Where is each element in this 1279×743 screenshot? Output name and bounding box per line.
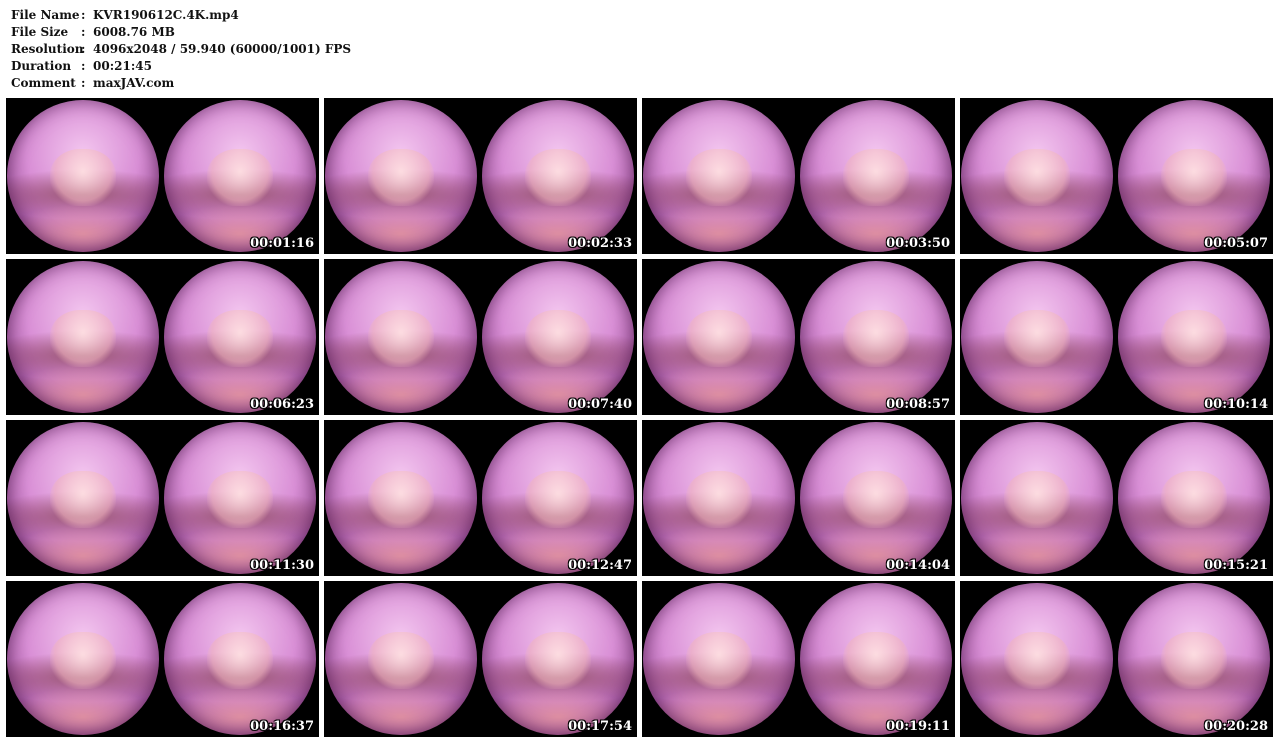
- right-eye-frame: [164, 100, 316, 252]
- resolution-label: Resolution: [11, 42, 84, 56]
- left-eye-frame: [961, 422, 1113, 574]
- thumbnail: 00:17:54: [324, 581, 637, 737]
- timestamp: 00:17:54: [568, 719, 632, 734]
- thumbnail: 00:08:57: [642, 259, 955, 415]
- resolution-row: Resolution : 4096x2048 / 59.940 (60000/1…: [11, 41, 351, 58]
- timestamp: 00:12:47: [568, 558, 632, 573]
- file-name-value: KVR190612C.4K.mp4: [93, 8, 239, 22]
- right-eye-frame: [482, 422, 634, 574]
- file-info-header: File Name : KVR190612C.4K.mp4 File Size …: [11, 7, 351, 92]
- timestamp: 00:06:23: [250, 397, 314, 412]
- left-eye-frame: [7, 422, 159, 574]
- right-eye-frame: [482, 583, 634, 735]
- right-eye-frame: [1118, 261, 1270, 413]
- timestamp: 00:16:37: [250, 719, 314, 734]
- timestamp: 00:07:40: [568, 397, 632, 412]
- timestamp: 00:03:50: [886, 236, 950, 251]
- right-eye-frame: [482, 100, 634, 252]
- right-eye-frame: [1118, 422, 1270, 574]
- left-eye-frame: [325, 261, 477, 413]
- file-name-row: File Name : KVR190612C.4K.mp4: [11, 7, 351, 24]
- thumbnail: 00:14:04: [642, 420, 955, 576]
- thumbnail: 00:01:16: [6, 98, 319, 254]
- file-size-value: 6008.76 MB: [93, 25, 175, 39]
- timestamp: 00:19:11: [886, 719, 950, 734]
- right-eye-frame: [164, 422, 316, 574]
- thumbnail: 00:02:33: [324, 98, 637, 254]
- duration-value: 00:21:45: [93, 59, 152, 73]
- file-size-label: File Size: [11, 25, 69, 39]
- right-eye-frame: [164, 261, 316, 413]
- thumbnail: 00:12:47: [324, 420, 637, 576]
- left-eye-frame: [643, 422, 795, 574]
- separator: :: [81, 76, 86, 90]
- file-size-row: File Size : 6008.76 MB: [11, 24, 351, 41]
- left-eye-frame: [7, 100, 159, 252]
- left-eye-frame: [643, 100, 795, 252]
- right-eye-frame: [800, 422, 952, 574]
- left-eye-frame: [643, 583, 795, 735]
- timestamp: 00:08:57: [886, 397, 950, 412]
- comment-label: Comment: [11, 76, 76, 90]
- left-eye-frame: [643, 261, 795, 413]
- right-eye-frame: [1118, 100, 1270, 252]
- thumbnail: 00:19:11: [642, 581, 955, 737]
- right-eye-frame: [800, 583, 952, 735]
- thumbnail: 00:16:37: [6, 581, 319, 737]
- left-eye-frame: [7, 583, 159, 735]
- resolution-value: 4096x2048 / 59.940 (60000/1001) FPS: [93, 42, 352, 56]
- left-eye-frame: [7, 261, 159, 413]
- thumbnail: 00:07:40: [324, 259, 637, 415]
- thumbnail-grid: 00:01:16 00:02:33 00:03:50 00:05:07 00:0…: [6, 98, 1274, 738]
- timestamp: 00:20:28: [1204, 719, 1268, 734]
- thumbnail: 00:10:14: [960, 259, 1273, 415]
- right-eye-frame: [800, 100, 952, 252]
- separator: :: [81, 42, 86, 56]
- left-eye-frame: [325, 422, 477, 574]
- timestamp: 00:15:21: [1204, 558, 1268, 573]
- thumbnail: 00:11:30: [6, 420, 319, 576]
- separator: :: [81, 8, 86, 22]
- comment-row: Comment : maxJAV.com: [11, 75, 351, 92]
- timestamp: 00:11:30: [250, 558, 314, 573]
- thumbnail: 00:20:28: [960, 581, 1273, 737]
- thumbnail: 00:03:50: [642, 98, 955, 254]
- separator: :: [81, 59, 86, 73]
- thumbnail: 00:15:21: [960, 420, 1273, 576]
- left-eye-frame: [961, 261, 1113, 413]
- timestamp: 00:05:07: [1204, 236, 1268, 251]
- right-eye-frame: [1118, 583, 1270, 735]
- duration-row: Duration : 00:21:45: [11, 58, 351, 75]
- right-eye-frame: [164, 583, 316, 735]
- thumbnail: 00:06:23: [6, 259, 319, 415]
- timestamp: 00:10:14: [1204, 397, 1268, 412]
- thumbnail: 00:05:07: [960, 98, 1273, 254]
- duration-label: Duration: [11, 59, 72, 73]
- comment-value: maxJAV.com: [93, 76, 175, 90]
- right-eye-frame: [482, 261, 634, 413]
- left-eye-frame: [325, 100, 477, 252]
- timestamp: 00:14:04: [886, 558, 950, 573]
- file-name-label: File Name: [11, 8, 80, 22]
- right-eye-frame: [800, 261, 952, 413]
- timestamp: 00:01:16: [250, 236, 314, 251]
- separator: :: [81, 25, 86, 39]
- left-eye-frame: [961, 583, 1113, 735]
- timestamp: 00:02:33: [568, 236, 632, 251]
- left-eye-frame: [325, 583, 477, 735]
- left-eye-frame: [961, 100, 1113, 252]
